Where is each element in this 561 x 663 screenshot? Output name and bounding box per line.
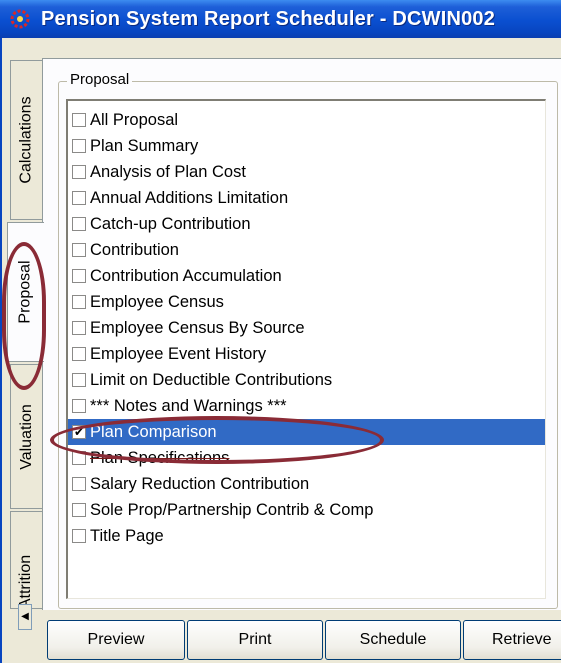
button-bar: Preview Print Schedule Retrieve bbox=[42, 610, 561, 663]
list-item[interactable]: Plan Summary bbox=[68, 133, 545, 159]
list-item-label: Contribution bbox=[90, 240, 179, 259]
list-item-label: Sole Prop/Partnership Contrib & Comp bbox=[90, 500, 374, 519]
window-title: Pension System Report Scheduler - DCWIN0… bbox=[41, 7, 496, 30]
list-item-label: Plan Comparison bbox=[90, 422, 217, 441]
tab-attrition[interactable]: Attrition bbox=[10, 511, 42, 609]
check-icon: ✔ bbox=[73, 425, 85, 439]
schedule-button-label: Schedule bbox=[359, 631, 427, 648]
tab-scroll-arrow-icon[interactable]: ◀ bbox=[18, 604, 32, 630]
list-item-label: Salary Reduction Contribution bbox=[90, 474, 310, 493]
list-item-label: Contribution Accumulation bbox=[90, 266, 282, 285]
list-item-label: Employee Census By Source bbox=[90, 318, 305, 337]
preview-button[interactable]: Preview bbox=[47, 620, 185, 660]
list-item[interactable]: Title Page bbox=[68, 523, 545, 549]
list-item[interactable]: Analysis of Plan Cost bbox=[68, 159, 545, 185]
tab-proposal[interactable]: Proposal bbox=[7, 222, 44, 362]
checkbox[interactable] bbox=[72, 451, 86, 465]
list-item[interactable]: Employee Event History bbox=[68, 341, 545, 367]
list-item[interactable]: *** Notes and Warnings *** bbox=[68, 393, 545, 419]
tab-calculations[interactable]: Calculations bbox=[10, 60, 42, 220]
list-item-label: Catch-up Contribution bbox=[90, 214, 251, 233]
checkbox[interactable] bbox=[72, 191, 86, 205]
checkbox[interactable] bbox=[72, 321, 86, 335]
list-item[interactable]: Catch-up Contribution bbox=[68, 211, 545, 237]
list-item-label: Analysis of Plan Cost bbox=[90, 162, 246, 181]
list-item[interactable]: ✔ Plan Comparison bbox=[68, 419, 545, 445]
print-button[interactable]: Print bbox=[187, 620, 323, 660]
checkbox[interactable] bbox=[72, 139, 86, 153]
list-item-label: All Proposal bbox=[90, 110, 179, 129]
list-item[interactable]: Sole Prop/Partnership Contrib & Comp bbox=[68, 497, 545, 523]
proposal-panel: Proposal All Proposal Plan Summary Analysi… bbox=[42, 58, 561, 618]
list-item-label: Title Page bbox=[90, 526, 164, 545]
list-item[interactable]: All Proposal bbox=[68, 107, 545, 133]
checkbox[interactable] bbox=[72, 243, 86, 257]
title-bar[interactable]: Pension System Report Scheduler - DCWIN0… bbox=[0, 0, 561, 38]
list-item[interactable]: Employee Census By Source bbox=[68, 315, 545, 341]
list-item-label: Annual Additions Limitation bbox=[90, 188, 289, 207]
checkbox[interactable] bbox=[72, 347, 86, 361]
list-item[interactable]: Limit on Deductible Contributions bbox=[68, 367, 545, 393]
window-body: Calculations Proposal Valuation Attritio… bbox=[0, 38, 561, 663]
checkbox[interactable] bbox=[72, 477, 86, 491]
print-button-label: Print bbox=[238, 631, 272, 648]
list-item-label: Employee Event History bbox=[90, 344, 267, 363]
list-item[interactable]: Employee Census bbox=[68, 289, 545, 315]
schedule-button[interactable]: Schedule bbox=[325, 620, 461, 660]
report-list[interactable]: All Proposal Plan Summary Analysis of Plan… bbox=[66, 99, 546, 599]
retrieve-button-label: Retrieve bbox=[492, 631, 552, 648]
list-item[interactable]: Contribution Accumulation bbox=[68, 263, 545, 289]
list-item-label: *** Notes and Warnings *** bbox=[90, 396, 287, 415]
tab-proposal-label: Proposal bbox=[17, 260, 34, 324]
tab-strip: Calculations Proposal Valuation Attritio… bbox=[7, 60, 44, 640]
tab-attrition-label: Attrition bbox=[17, 554, 35, 609]
tab-valuation-label: Valuation bbox=[17, 403, 35, 470]
checkbox[interactable] bbox=[72, 529, 86, 543]
checkbox[interactable]: ✔ bbox=[72, 425, 86, 439]
list-item-label: Plan Summary bbox=[90, 136, 199, 155]
list-item[interactable]: Annual Additions Limitation bbox=[68, 185, 545, 211]
checkbox[interactable] bbox=[72, 269, 86, 283]
checkbox[interactable] bbox=[72, 165, 86, 179]
checkbox[interactable] bbox=[72, 399, 86, 413]
preview-button-label: Preview bbox=[87, 631, 145, 648]
group-label: Proposal bbox=[67, 71, 133, 88]
list-item[interactable]: Contribution bbox=[68, 237, 545, 263]
checkbox[interactable] bbox=[72, 295, 86, 309]
tab-calculations-label: Calculations bbox=[17, 96, 35, 184]
list-item-label: Employee Census bbox=[90, 292, 224, 311]
app-icon[interactable] bbox=[7, 6, 33, 32]
checkbox[interactable] bbox=[72, 373, 86, 387]
proposal-groupbox: Proposal All Proposal Plan Summary Analysi… bbox=[58, 71, 558, 609]
list-item[interactable]: Salary Reduction Contribution bbox=[68, 471, 545, 497]
list-item-label: Plan Specifications bbox=[90, 448, 230, 467]
list-item-label: Limit on Deductible Contributions bbox=[90, 370, 333, 389]
checkbox[interactable] bbox=[72, 503, 86, 517]
checkbox[interactable] bbox=[72, 217, 86, 231]
retrieve-button[interactable]: Retrieve bbox=[463, 620, 561, 660]
tab-valuation[interactable]: Valuation bbox=[10, 364, 42, 509]
checkbox[interactable] bbox=[72, 113, 86, 127]
list-item[interactable]: Plan Specifications bbox=[68, 445, 545, 471]
